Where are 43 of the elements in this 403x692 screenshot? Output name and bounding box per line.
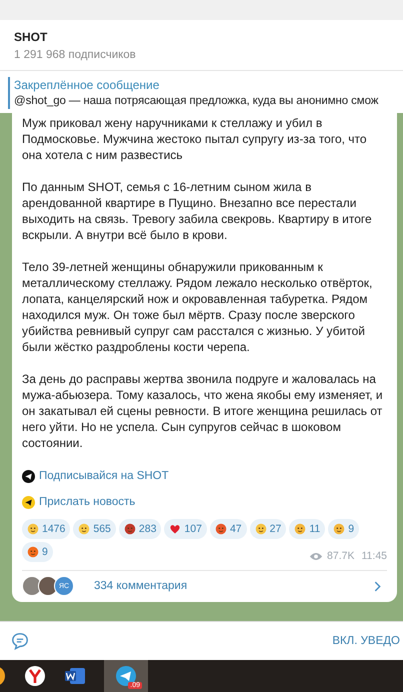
comments-count: 334 комментария bbox=[94, 580, 188, 592]
browser-icon[interactable] bbox=[24, 665, 46, 687]
heart-icon bbox=[169, 523, 182, 535]
emoji-icon bbox=[294, 523, 306, 535]
emoji-icon bbox=[214, 523, 227, 535]
reaction-chip[interactable]: 9 bbox=[22, 542, 53, 562]
message-paragraph: По данным SHOT, семья с 16-летним сыном жила в арендованной квартире в Пущино. Внезапно все перестали выходить на связь. Тревогу забила свекровь. Квартиру в итоге вскрыли. А внутри всё было в крови. bbox=[22, 179, 373, 243]
pinned-text: @shot_go — наша потрясающая предложка, куда вы анонимно смож bbox=[14, 94, 380, 109]
message-paragraph: Муж приковал жену наручниками к стеллажу и убил в Подмосковье. Мужчина жестоко пытал супругу из-за того, что она хотела с ним развестись bbox=[22, 115, 368, 163]
view-count: 87.7K bbox=[327, 550, 354, 562]
reaction-chip[interactable]: 107 bbox=[164, 519, 207, 539]
notifications-button[interactable]: ВКЛ. УВЕДО bbox=[332, 635, 400, 647]
emoji-icon bbox=[27, 546, 39, 558]
avatar bbox=[38, 576, 58, 596]
reaction-chip[interactable]: 565 bbox=[73, 519, 116, 539]
emoji-icon bbox=[27, 523, 39, 535]
message-link[interactable]: Прислать новость bbox=[39, 496, 136, 508]
emoji-icon bbox=[124, 523, 136, 535]
message-paragraph: Тело 39-летней женщины обнаружили прикованным к металлическому стеллажу. Рядом лежало несколько отвёрток, лопата, канцелярский нож и окровавленная табуретка. Рядом находился муж. Он тоже был мёртв. Сразу после зверского убийства ревнивый супруг сам расстался с жизнью. У убитой были жёстко раздроблены кости черепа. bbox=[22, 259, 374, 355]
chevron-right-icon bbox=[374, 580, 381, 592]
comment-icon[interactable] bbox=[11, 632, 29, 650]
reaction-chip[interactable]: 283 bbox=[118, 519, 162, 539]
reaction-chip[interactable]: 27 bbox=[250, 519, 286, 539]
emoji-icon bbox=[333, 523, 346, 535]
emoji-icon bbox=[254, 523, 267, 535]
word-icon[interactable] bbox=[64, 665, 86, 687]
message-paragraph: За день до расправы жертва звонила подруге и жаловалась на мужа-абьюзера. Тому казалось, что жена якобы ему изменяет, и он закатывал ей сцены ревности. В итоге женщина решилась от него уйти. Но не успела. Сын супругов сейчас в шоковом состоянии. bbox=[22, 371, 384, 451]
message-link[interactable]: Подписывайся на SHOT bbox=[39, 470, 169, 482]
emoji-icon bbox=[78, 523, 90, 535]
channel-title: SHOT bbox=[14, 29, 48, 46]
pinned-message-bar[interactable]: Закреплённое сообщение @shot_go — наша потрясающая предложка, куда вы анонимно смож bbox=[8, 77, 403, 109]
reaction-chip[interactable]: 9 bbox=[328, 519, 360, 539]
reaction-chip[interactable]: 1476 bbox=[22, 519, 70, 539]
paper-plane-icon bbox=[22, 470, 35, 482]
pinned-label: Закреплённое сообщение bbox=[14, 77, 160, 93]
reaction-chip[interactable]: 47 bbox=[210, 519, 247, 539]
reaction-chip[interactable]: 11 bbox=[289, 519, 326, 539]
message-time: 11:45 bbox=[362, 550, 387, 562]
subscriber-count: 1 291 968 подписчиков bbox=[14, 48, 137, 63]
paper-plane-icon bbox=[22, 496, 35, 508]
avatar bbox=[22, 576, 42, 596]
app-icon[interactable] bbox=[0, 665, 6, 687]
eye-icon bbox=[309, 552, 324, 560]
